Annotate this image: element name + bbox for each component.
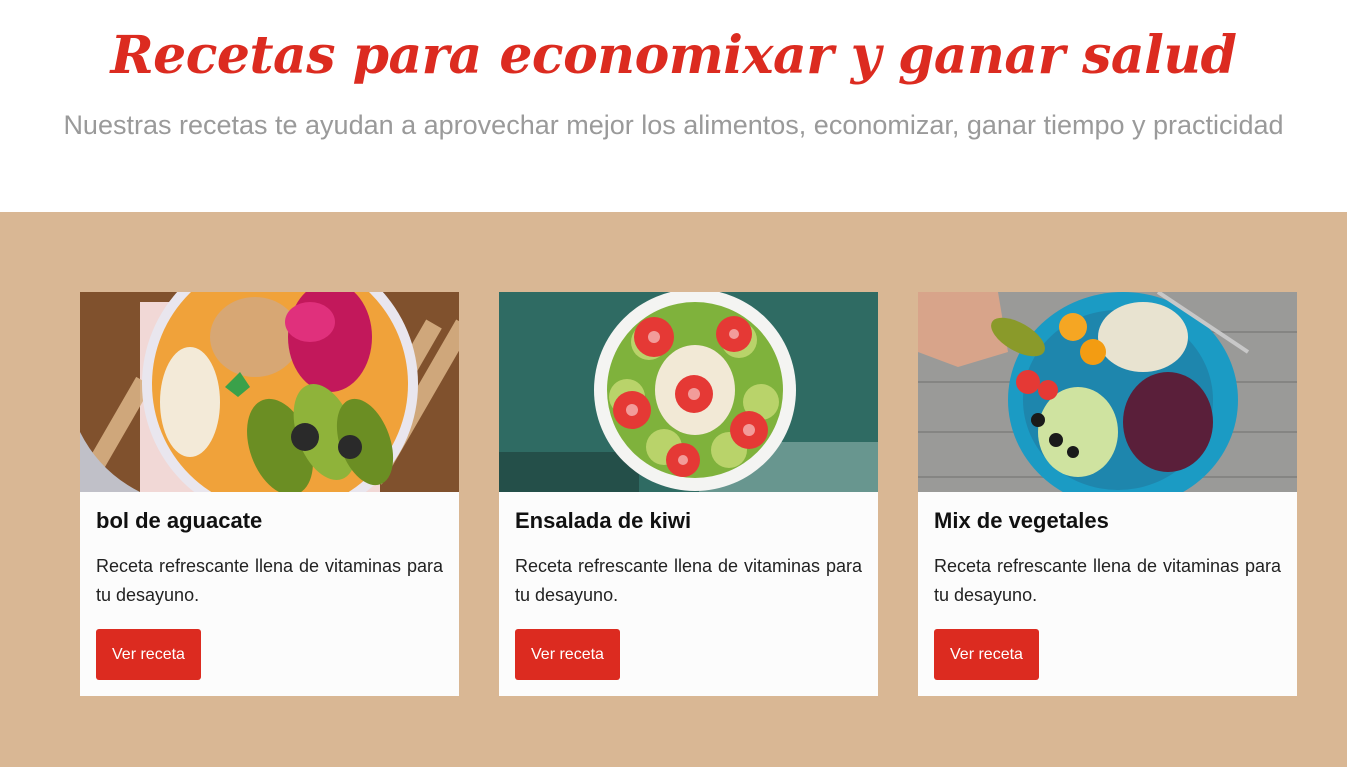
- recipe-title: Ensalada de kiwi: [515, 508, 692, 533]
- recipes-section: bol de aguacate Receta refrescante llena…: [0, 212, 1347, 767]
- recipe-title: bol de aguacate: [96, 508, 263, 533]
- recipe-card-list: bol de aguacate Receta refrescante llena…: [80, 292, 1297, 696]
- view-recipe-button[interactable]: Ver receta: [515, 629, 620, 680]
- recipe-description: Receta refrescante llena de vitaminas pa…: [96, 556, 443, 605]
- view-recipe-button[interactable]: Ver receta: [96, 629, 201, 680]
- recipe-card: Ensalada de kiwi Receta refrescante llen…: [499, 292, 878, 696]
- vegetable-mix-image: [918, 292, 1297, 492]
- hero-header: Recetas para economixar y ganar salud Nu…: [0, 0, 1347, 212]
- page-subtitle: Nuestras recetas te ayudan a aprovechar …: [63, 110, 1284, 140]
- avocado-bowl-image: [80, 292, 459, 492]
- page-title: Recetas para economixar y ganar salud: [110, 25, 1237, 86]
- recipe-title: Mix de vegetales: [934, 508, 1109, 533]
- recipe-description: Receta refrescante llena de vitaminas pa…: [934, 556, 1281, 605]
- recipe-description: Receta refrescante llena de vitaminas pa…: [515, 556, 862, 605]
- kiwi-salad-image: [499, 292, 878, 492]
- recipe-card: Mix de vegetales Receta refrescante llen…: [918, 292, 1297, 696]
- recipe-card: bol de aguacate Receta refrescante llena…: [80, 292, 459, 696]
- view-recipe-button[interactable]: Ver receta: [934, 629, 1039, 680]
